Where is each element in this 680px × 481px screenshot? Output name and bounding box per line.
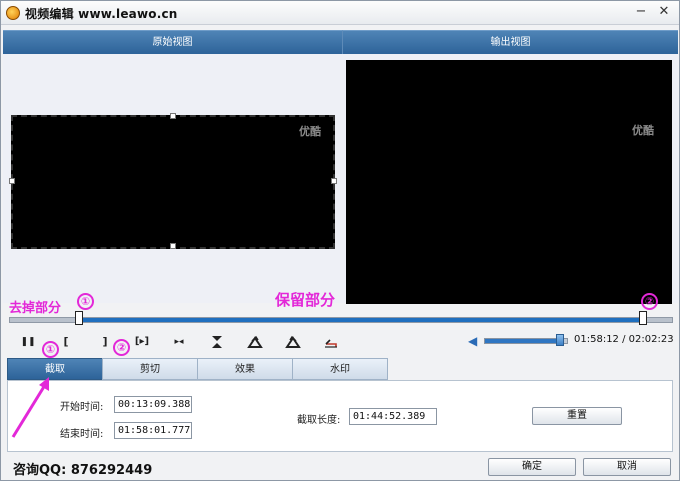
trim-length-field: 01:44:52.389 [349, 408, 437, 425]
support-qq-text: 咨询QQ: 876292449 [13, 463, 153, 478]
resize-handle-left[interactable] [9, 178, 15, 184]
tab-watermark[interactable]: 水印 [292, 358, 388, 380]
trim-length-label: 截取长度: [297, 415, 341, 426]
cancel-button[interactable]: 取消 [583, 458, 671, 476]
keep-part-annotation: 保留部分 [275, 291, 336, 309]
close-button[interactable]: ✕ [655, 4, 673, 20]
set-start-button[interactable]: [ [57, 334, 75, 350]
original-view-pane: 优酷 [3, 54, 342, 303]
end-marker-handle[interactable] [639, 311, 647, 325]
trim-panel: 开始时间: 00:13:09.388 结束时间: 01:58:01.777 截取… [7, 380, 673, 452]
start-time-label: 开始时间: [60, 402, 104, 413]
ok-button[interactable]: 确定 [488, 458, 576, 476]
split-button[interactable]: ▸◂ [169, 334, 189, 350]
trim-icon[interactable] [209, 334, 225, 350]
set-end-button[interactable]: ] [96, 334, 114, 350]
marker-1-annotation: ① [77, 293, 94, 310]
undo-icon[interactable] [323, 334, 339, 350]
edit-tabs: 截取 剪切 效果 水印 [7, 358, 673, 380]
original-view-header: 原始视图 [3, 30, 342, 54]
resize-handle-bottom[interactable] [170, 243, 176, 249]
timeline-selected-range [80, 318, 643, 322]
pause-button[interactable]: ❚❚ [19, 334, 37, 350]
end-time-field[interactable]: 01:58:01.777 [114, 422, 192, 439]
tab-cut[interactable]: 剪切 [102, 358, 198, 380]
volume-fill [485, 339, 563, 343]
tab-effect[interactable]: 效果 [197, 358, 293, 380]
minimize-button[interactable]: − [632, 4, 650, 20]
app-logo-icon [6, 6, 20, 20]
annotation-arrow [11, 377, 49, 438]
output-view-pane: 优酷 [342, 54, 678, 304]
marker-2-under-end: ② [113, 339, 130, 356]
timeline-track[interactable] [9, 317, 673, 323]
start-time-field[interactable]: 00:13:09.388 [114, 396, 192, 413]
original-watermark: 优酷 [299, 125, 321, 138]
original-video-frame[interactable]: 优酷 [9, 113, 337, 249]
volume-knob[interactable] [556, 334, 564, 346]
volume-icon[interactable]: ◀ [468, 334, 482, 348]
resize-handle-top[interactable] [170, 113, 176, 119]
title-bar: 视频编辑 www.leawo.cn − ✕ [1, 1, 679, 25]
time-display: 01:58:12 / 02:02:23 [574, 334, 674, 345]
output-watermark: 优酷 [632, 124, 654, 137]
reset-button[interactable]: 重置 [532, 407, 622, 425]
window-title: 视频编辑 www.leawo.cn [25, 7, 178, 21]
marker-2-annotation: ② [641, 293, 658, 310]
start-marker-handle[interactable] [75, 311, 83, 325]
output-video-frame: 优酷 [346, 60, 672, 304]
remove-part-annotation: 去掉部分 [9, 301, 62, 316]
next-frame-button[interactable]: [▸] [129, 334, 155, 350]
marker-1-under-start: ① [42, 341, 59, 358]
rotate-left-icon[interactable] [247, 334, 263, 350]
resize-handle-right[interactable] [331, 178, 337, 184]
video-editor-window: 视频编辑 www.leawo.cn − ✕ 原始视图 输出视图 优酷 优酷 去掉… [0, 0, 680, 481]
output-view-header: 输出视图 [342, 30, 678, 54]
end-time-label: 结束时间: [60, 429, 104, 440]
rotate-right-icon[interactable] [285, 334, 301, 350]
